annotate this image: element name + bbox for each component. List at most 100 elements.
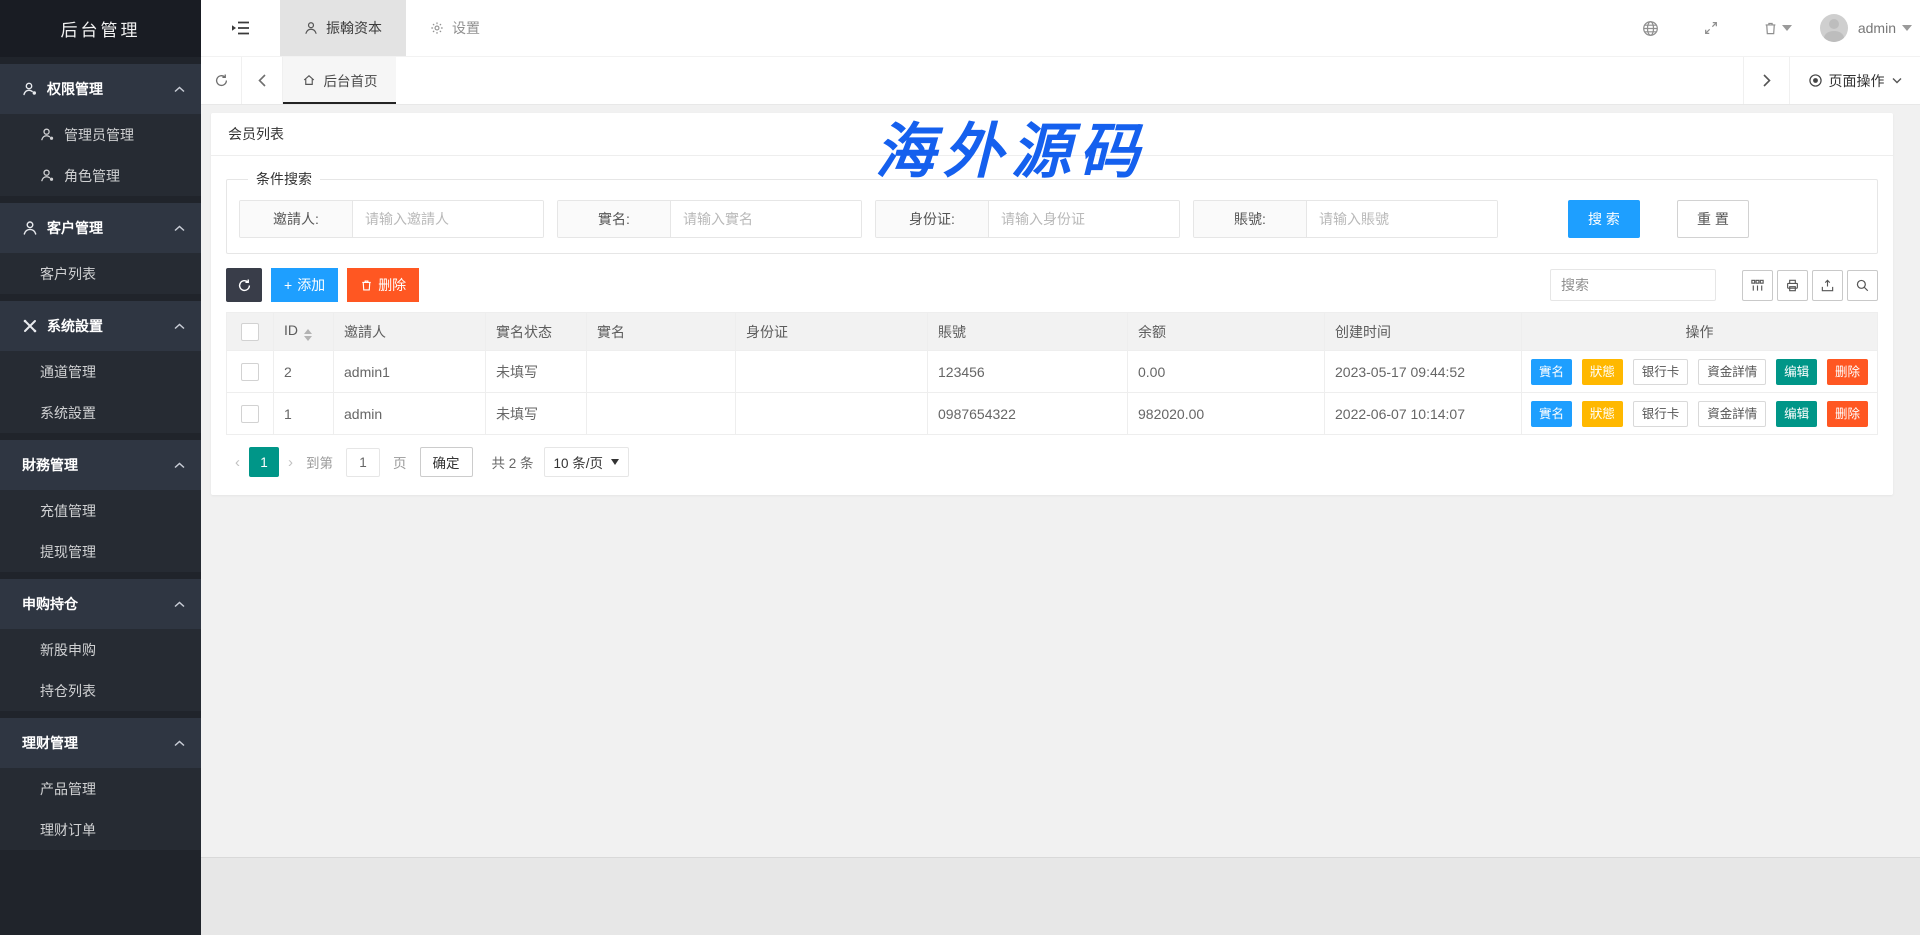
field-account: 賬號: [1193, 200, 1498, 238]
tab-workspace[interactable]: 振翰资本 [280, 0, 406, 56]
select-all-checkbox[interactable] [241, 323, 259, 341]
sort-icon[interactable] [304, 329, 312, 341]
home-icon [302, 73, 316, 87]
avatar[interactable] [1820, 14, 1848, 42]
tab-home[interactable]: 后台首页 [283, 57, 396, 104]
columns-filter-icon[interactable] [1742, 270, 1773, 301]
chevron-left-icon[interactable] [242, 57, 283, 104]
page-size-select[interactable]: 10 条/页 [544, 447, 630, 477]
header-actions: admin [1642, 0, 1920, 56]
sidebar-group-label: 財務管理 [22, 455, 78, 475]
globe-icon[interactable] [1642, 20, 1659, 37]
cell-idcard [736, 351, 928, 393]
page-actions-label: 页面操作 [1829, 71, 1885, 91]
tab-settings[interactable]: 设置 [406, 0, 504, 56]
row-checkbox[interactable] [241, 363, 259, 381]
table-search-input[interactable] [1550, 269, 1716, 301]
export-icon[interactable] [1812, 270, 1843, 301]
main-area: 振翰资本 设置 admin [201, 0, 1920, 935]
sidebar: 后台管理 权限管理 管理员管理 角色管理 客户管理 客户列表 系统設置 [0, 0, 201, 935]
field-inviter: 邀請人: [239, 200, 544, 238]
goto-label: 到第 [306, 452, 333, 472]
prev-page-button[interactable]: ‹ [226, 454, 249, 471]
search-legend: 条件搜索 [248, 169, 320, 189]
op-delete-button[interactable]: 删除 [1827, 401, 1868, 427]
account-input[interactable] [1307, 201, 1497, 237]
delete-button[interactable]: 删除 [347, 268, 419, 302]
magnifier-icon[interactable] [1847, 270, 1878, 301]
chevron-right-icon[interactable] [1743, 57, 1789, 104]
chevron-down-icon [1892, 77, 1902, 84]
goto-page-input[interactable] [346, 448, 380, 477]
sidebar-item-role-manage[interactable]: 角色管理 [0, 155, 201, 196]
print-icon[interactable] [1777, 270, 1808, 301]
refresh-tab-icon[interactable] [201, 57, 242, 104]
op-funds-detail-button[interactable]: 資金詳情 [1698, 359, 1766, 385]
admin-app: 后台管理 权限管理 管理员管理 角色管理 客户管理 客户列表 系统設置 [0, 0, 1920, 935]
chevron-down-icon[interactable] [1902, 25, 1912, 31]
field-realname: 實名: [557, 200, 862, 238]
sidebar-item-wealth-orders[interactable]: 理财订单 [0, 809, 201, 850]
op-edit-button[interactable]: 编辑 [1776, 359, 1817, 385]
sidebar-item-admin-manage[interactable]: 管理员管理 [0, 114, 201, 155]
sidebar-group-permission[interactable]: 权限管理 [0, 64, 201, 114]
goto-confirm-button[interactable]: 确定 [420, 447, 473, 477]
sidebar-group-subscription[interactable]: 申购持仓 [0, 579, 201, 629]
sidebar-item-withdraw-manage[interactable]: 提现管理 [0, 531, 201, 572]
add-button[interactable]: + 添加 [271, 268, 338, 302]
idcard-input[interactable] [989, 201, 1179, 237]
search-button[interactable]: 搜 索 [1568, 200, 1640, 238]
sidebar-item-customer-list[interactable]: 客户列表 [0, 253, 201, 294]
fullscreen-icon[interactable] [1703, 20, 1719, 36]
current-page-button[interactable]: 1 [249, 447, 279, 477]
col-idcard: 身份证 [736, 313, 928, 351]
tab-workspace-label: 振翰资本 [326, 18, 382, 38]
cell-account: 123456 [928, 351, 1128, 393]
op-delete-button[interactable]: 删除 [1827, 359, 1868, 385]
cell-realname [587, 351, 736, 393]
sidebar-item-system-settings[interactable]: 系统設置 [0, 392, 201, 433]
gear-icon [430, 21, 444, 35]
cell-inviter: admin1 [334, 351, 486, 393]
op-funds-detail-button[interactable]: 資金詳情 [1698, 401, 1766, 427]
sidebar-item-label: 通道管理 [40, 362, 96, 382]
page-actions-dropdown[interactable]: 页面操作 [1789, 57, 1920, 104]
refresh-table-button[interactable] [226, 268, 262, 302]
member-table: ID 邀請人 實名状态 實名 身份证 賬號 余额 创建时间 操作 [226, 312, 1878, 435]
sidebar-item-recharge-manage[interactable]: 充值管理 [0, 490, 201, 531]
op-status-button[interactable]: 狀態 [1582, 359, 1623, 385]
username-label[interactable]: admin [1858, 20, 1896, 36]
chevron-down-icon[interactable] [1782, 25, 1792, 31]
op-realname-button[interactable]: 實名 [1531, 401, 1572, 427]
reset-button[interactable]: 重 置 [1677, 200, 1749, 238]
sidebar-toggle-button[interactable] [201, 0, 280, 56]
sidebar-group-system[interactable]: 系统設置 [0, 301, 201, 351]
user-icon [40, 168, 55, 183]
realname-input[interactable] [671, 201, 861, 237]
col-account: 賬號 [928, 313, 1128, 351]
sidebar-item-position-list[interactable]: 持仓列表 [0, 670, 201, 711]
chevron-up-icon [174, 86, 185, 93]
inviter-input[interactable] [353, 201, 543, 237]
sidebar-group-wealth[interactable]: 理财管理 [0, 718, 201, 768]
op-bankcard-button[interactable]: 银行卡 [1633, 359, 1689, 385]
op-realname-button[interactable]: 實名 [1531, 359, 1572, 385]
sidebar-item-channel-manage[interactable]: 通道管理 [0, 351, 201, 392]
row-checkbox[interactable] [241, 405, 259, 423]
sidebar-group-finance[interactable]: 財務管理 [0, 440, 201, 490]
cell-balance: 982020.00 [1128, 393, 1325, 435]
member-list-card: 会员列表 条件搜索 邀請人: 實名: [211, 113, 1893, 495]
sidebar-item-ipo-subscribe[interactable]: 新股申购 [0, 629, 201, 670]
col-operations: 操作 [1522, 313, 1878, 351]
op-status-button[interactable]: 狀態 [1582, 401, 1623, 427]
sidebar-item-product-manage[interactable]: 产品管理 [0, 768, 201, 809]
op-edit-button[interactable]: 编辑 [1776, 401, 1817, 427]
next-page-button[interactable]: › [279, 454, 302, 471]
sidebar-group-customer[interactable]: 客户管理 [0, 203, 201, 253]
user-icon [22, 220, 38, 236]
clear-cache-trash-icon[interactable] [1763, 21, 1778, 36]
op-bankcard-button[interactable]: 银行卡 [1633, 401, 1689, 427]
col-id[interactable]: ID [274, 313, 334, 351]
sidebar-item-label: 角色管理 [64, 166, 120, 186]
col-realname-status: 實名状态 [486, 313, 587, 351]
